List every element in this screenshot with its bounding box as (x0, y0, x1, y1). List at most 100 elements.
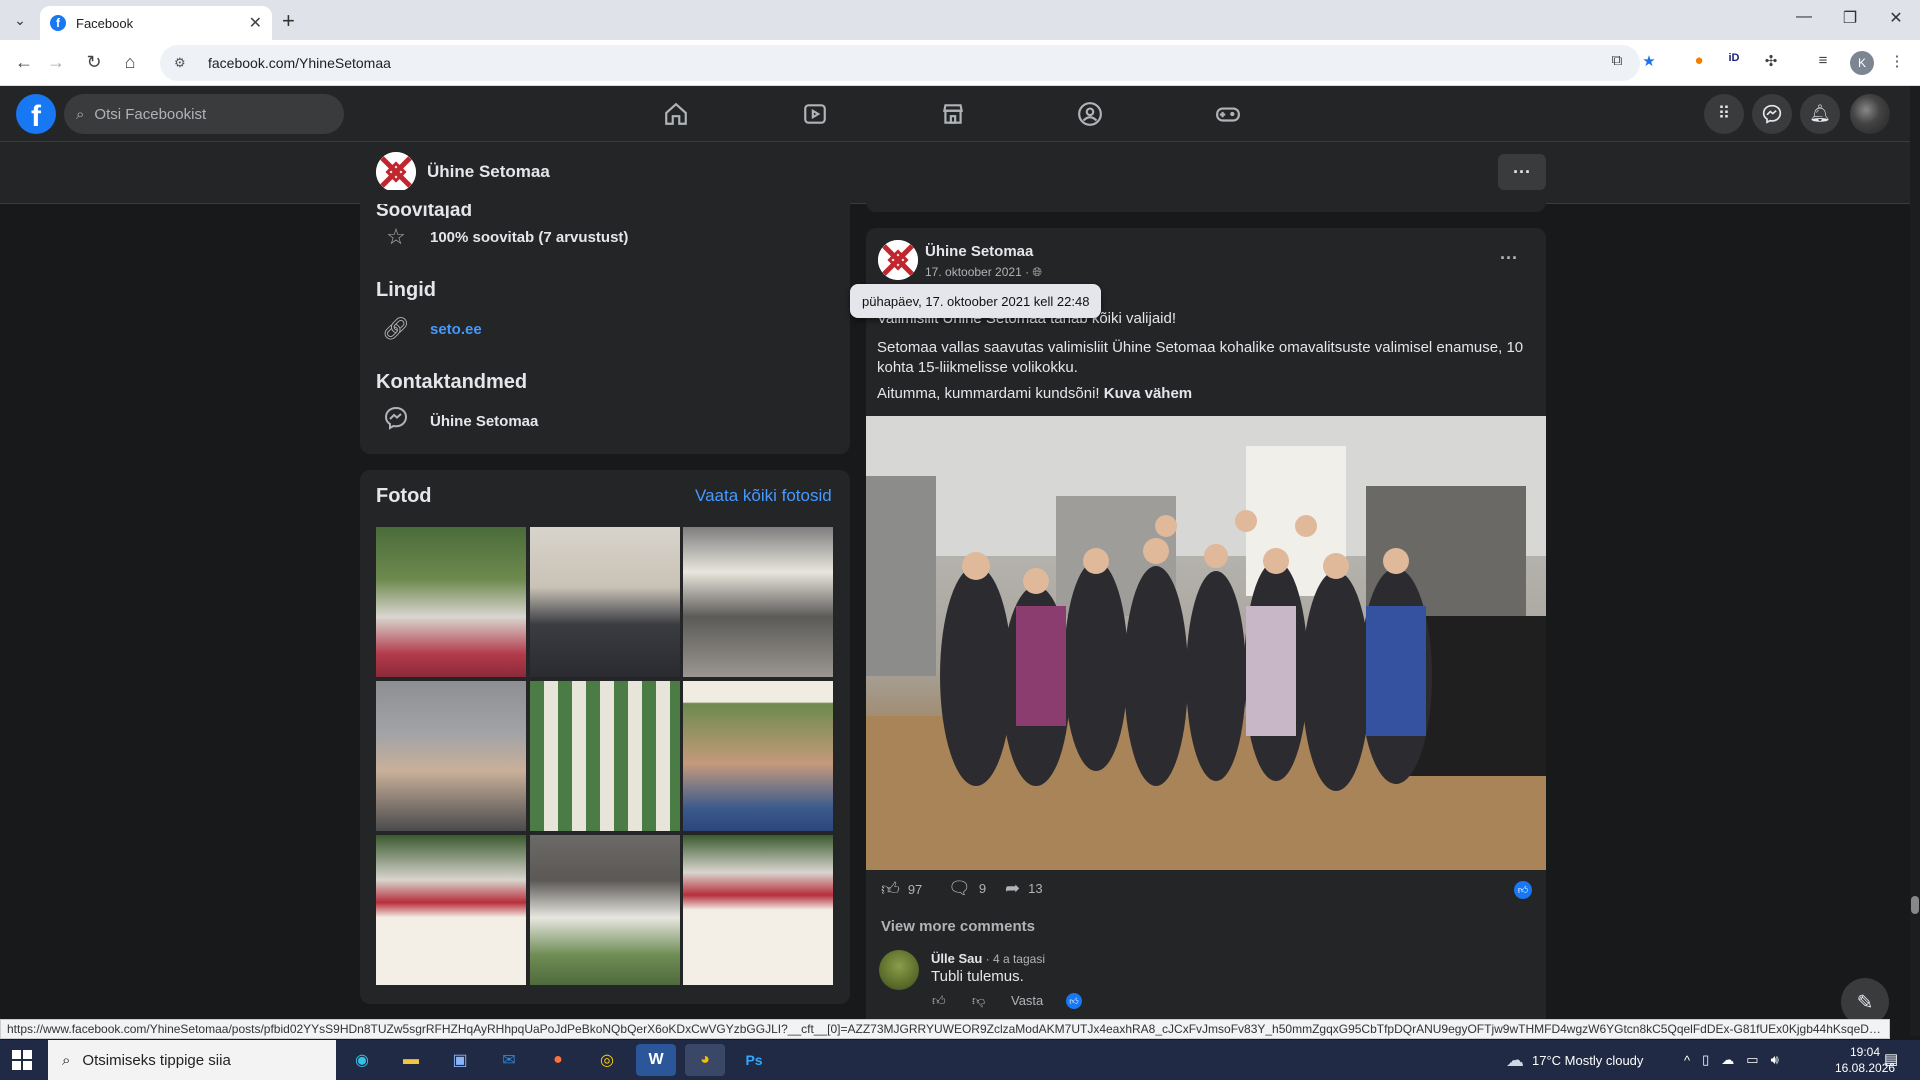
comment-like-icon[interactable]: 👍︎ (932, 993, 946, 1009)
page-logo[interactable] (376, 152, 416, 192)
system-tray[interactable]: ^ ▯ ☁ ▭ 🔊︎ (1684, 1040, 1779, 1080)
link-status-bar: https://www.facebook.com/YhineSetomaa/po… (0, 1019, 1890, 1039)
photo-thumbnail[interactable] (376, 681, 526, 831)
photoshop-icon[interactable]: Ps (734, 1044, 774, 1076)
windows-start-icon[interactable] (12, 1050, 32, 1070)
post-date[interactable]: 17. oktoober 2021 · 🌐︎ (925, 265, 1042, 280)
photo-thumbnail[interactable] (683, 681, 833, 831)
network-icon[interactable]: ▭ (1746, 1052, 1758, 1068)
comment-button[interactable]: 🗨︎ 9 (948, 878, 986, 899)
back-icon[interactable]: ← (12, 52, 36, 73)
photo-thumbnail[interactable] (530, 527, 680, 677)
user-avatar[interactable] (1850, 94, 1890, 134)
share-count: 13 (1028, 881, 1043, 896)
weather-widget[interactable]: ☁ 17°C Mostly cloudy (1506, 1040, 1643, 1080)
commenter-avatar[interactable] (879, 950, 919, 990)
tab-close-icon[interactable]: ✕ (249, 13, 262, 33)
page-name[interactable]: Ühine Setomaa (427, 162, 550, 182)
gaming-nav-icon[interactable] (1212, 98, 1244, 130)
see-all-photos-link[interactable]: Vaata kõiki fotosid (695, 486, 832, 506)
link-icon: 🔗︎ (382, 316, 410, 341)
comment-time[interactable]: · 4 a tagasi (982, 952, 1045, 966)
minimize-icon[interactable]: — (1784, 8, 1824, 26)
install-app-icon[interactable]: ⧉ (1606, 52, 1628, 74)
restore-icon[interactable]: ❐ (1830, 8, 1870, 28)
file-explorer-icon[interactable]: ▬ (391, 1044, 431, 1076)
new-tab-icon[interactable]: + (282, 8, 295, 34)
extension-id-icon[interactable]: iD (1723, 52, 1745, 74)
outlook-icon[interactable]: ✉ (489, 1044, 529, 1076)
photo-thumbnail[interactable] (376, 527, 526, 677)
post-date-text: 17. oktoober 2021 · (925, 265, 1033, 279)
tab-search-chevron-icon[interactable]: ⌄ (8, 8, 32, 32)
browser-menu-icon[interactable]: ⋮ (1886, 52, 1908, 74)
volume-icon[interactable]: 🔊︎ (1771, 1052, 1779, 1068)
onedrive-icon[interactable]: ☁ (1721, 1052, 1734, 1068)
messenger-contact-icon (376, 406, 416, 436)
photo-thumbnail[interactable] (376, 835, 526, 985)
view-more-comments-link[interactable]: View more comments (881, 918, 1035, 935)
notification-center-icon[interactable]: ▤ (1884, 1050, 1898, 1068)
photo-thumbnail[interactable] (530, 835, 680, 985)
edge-icon[interactable]: ◉ (342, 1044, 382, 1076)
chrome-icon[interactable]: ◕ (685, 1044, 725, 1076)
extensions-puzzle-icon[interactable]: ✣ (1760, 52, 1782, 74)
show-hidden-icons-icon[interactable]: ^ (1684, 1053, 1690, 1068)
page-more-options-icon[interactable]: ··· (1498, 154, 1546, 190)
contact-row[interactable]: Ühine Setomaa (376, 406, 538, 436)
post-author[interactable]: Ühine Setomaa (925, 243, 1033, 260)
facebook-logo[interactable]: f (16, 94, 56, 134)
website-link[interactable]: seto.ee (430, 321, 482, 338)
address-bar[interactable]: ⚙ facebook.com/YhineSetomaa (160, 45, 1640, 81)
home-nav-icon[interactable] (660, 98, 692, 130)
bookmark-star-icon[interactable]: ★ (1638, 52, 1660, 74)
notifications-bell-icon[interactable]: 🔔︎ (1800, 94, 1840, 134)
see-less-link[interactable]: Kuva vähem (1104, 385, 1192, 402)
forward-icon[interactable]: → (44, 52, 68, 73)
link-row[interactable]: 🔗︎ seto.ee (376, 316, 482, 342)
page-scrollbar[interactable] (1910, 86, 1920, 1036)
search-placeholder: Otsi Facebookist (94, 105, 207, 123)
browser-tab[interactable]: f Facebook ✕ (40, 6, 272, 40)
reload-icon[interactable]: ↻ (82, 52, 106, 73)
taskbar-search-box[interactable]: ⌕ Otsimiseks tippige siia (48, 1040, 336, 1080)
photo-thumbnail[interactable] (683, 835, 833, 985)
post-author-logo[interactable] (878, 240, 918, 280)
commenter-name[interactable]: Ülle Sau (931, 951, 982, 966)
browser-profile-avatar[interactable]: K (1850, 51, 1874, 75)
menu-grid-icon[interactable]: ⠿ (1704, 94, 1744, 134)
tray-app-icon[interactable]: ▯ (1702, 1052, 1709, 1068)
recommendation-row[interactable]: ☆ 100% soovitab (7 arvustust) (376, 224, 628, 250)
post-text-line-3: Aitumma, kummardami kundsõni! Kuva vähem (877, 384, 1527, 404)
messenger-icon[interactable] (1752, 94, 1792, 134)
marketplace-nav-icon[interactable] (937, 98, 969, 130)
home-icon[interactable]: ⌂ (118, 52, 142, 73)
photos-title: Fotod (376, 485, 432, 507)
comment-like-badge-icon[interactable]: 👍︎ (1066, 993, 1082, 1009)
share-button[interactable]: ➦ 13 (1005, 878, 1043, 899)
post-photo[interactable] (866, 416, 1546, 870)
video-nav-icon[interactable] (799, 98, 831, 130)
page-scrollbar-thumb[interactable] (1911, 896, 1919, 914)
comment-reply-link[interactable]: Vasta (1011, 993, 1043, 1008)
site-info-icon[interactable]: ⚙ (174, 55, 194, 71)
media-control-icon[interactable]: ≡ (1812, 52, 1834, 74)
window-close-icon[interactable]: ✕ (1876, 8, 1916, 28)
app-yellow-icon[interactable]: ◎ (587, 1044, 627, 1076)
contact-text: Ühine Setomaa (430, 412, 539, 430)
browser-toolbar: ← → ↻ ⌂ ⚙ facebook.com/YhineSetomaa ⧉ ★ … (0, 40, 1920, 86)
photo-thumbnail[interactable] (530, 681, 680, 831)
like-reaction-icon[interactable]: 👍︎ (1514, 881, 1532, 899)
word-icon[interactable]: W (636, 1044, 676, 1076)
cloud-icon: ☁ (1506, 1049, 1524, 1070)
facebook-search-input[interactable]: ⌕ Otsi Facebookist (64, 94, 344, 134)
photo-thumbnail[interactable] (683, 527, 833, 677)
groups-nav-icon[interactable] (1074, 98, 1106, 130)
firefox-icon[interactable]: ● (538, 1044, 578, 1076)
previous-post-remnant (866, 190, 1546, 212)
store-icon[interactable]: ▣ (440, 1044, 480, 1076)
extension-orange-icon[interactable]: ● (1688, 52, 1710, 74)
like-button[interactable]: 👍︎ 97 (881, 878, 922, 900)
post-more-options-icon[interactable]: ··· (1500, 248, 1518, 269)
comment-dislike-icon[interactable]: 👎︎ (972, 993, 985, 1009)
